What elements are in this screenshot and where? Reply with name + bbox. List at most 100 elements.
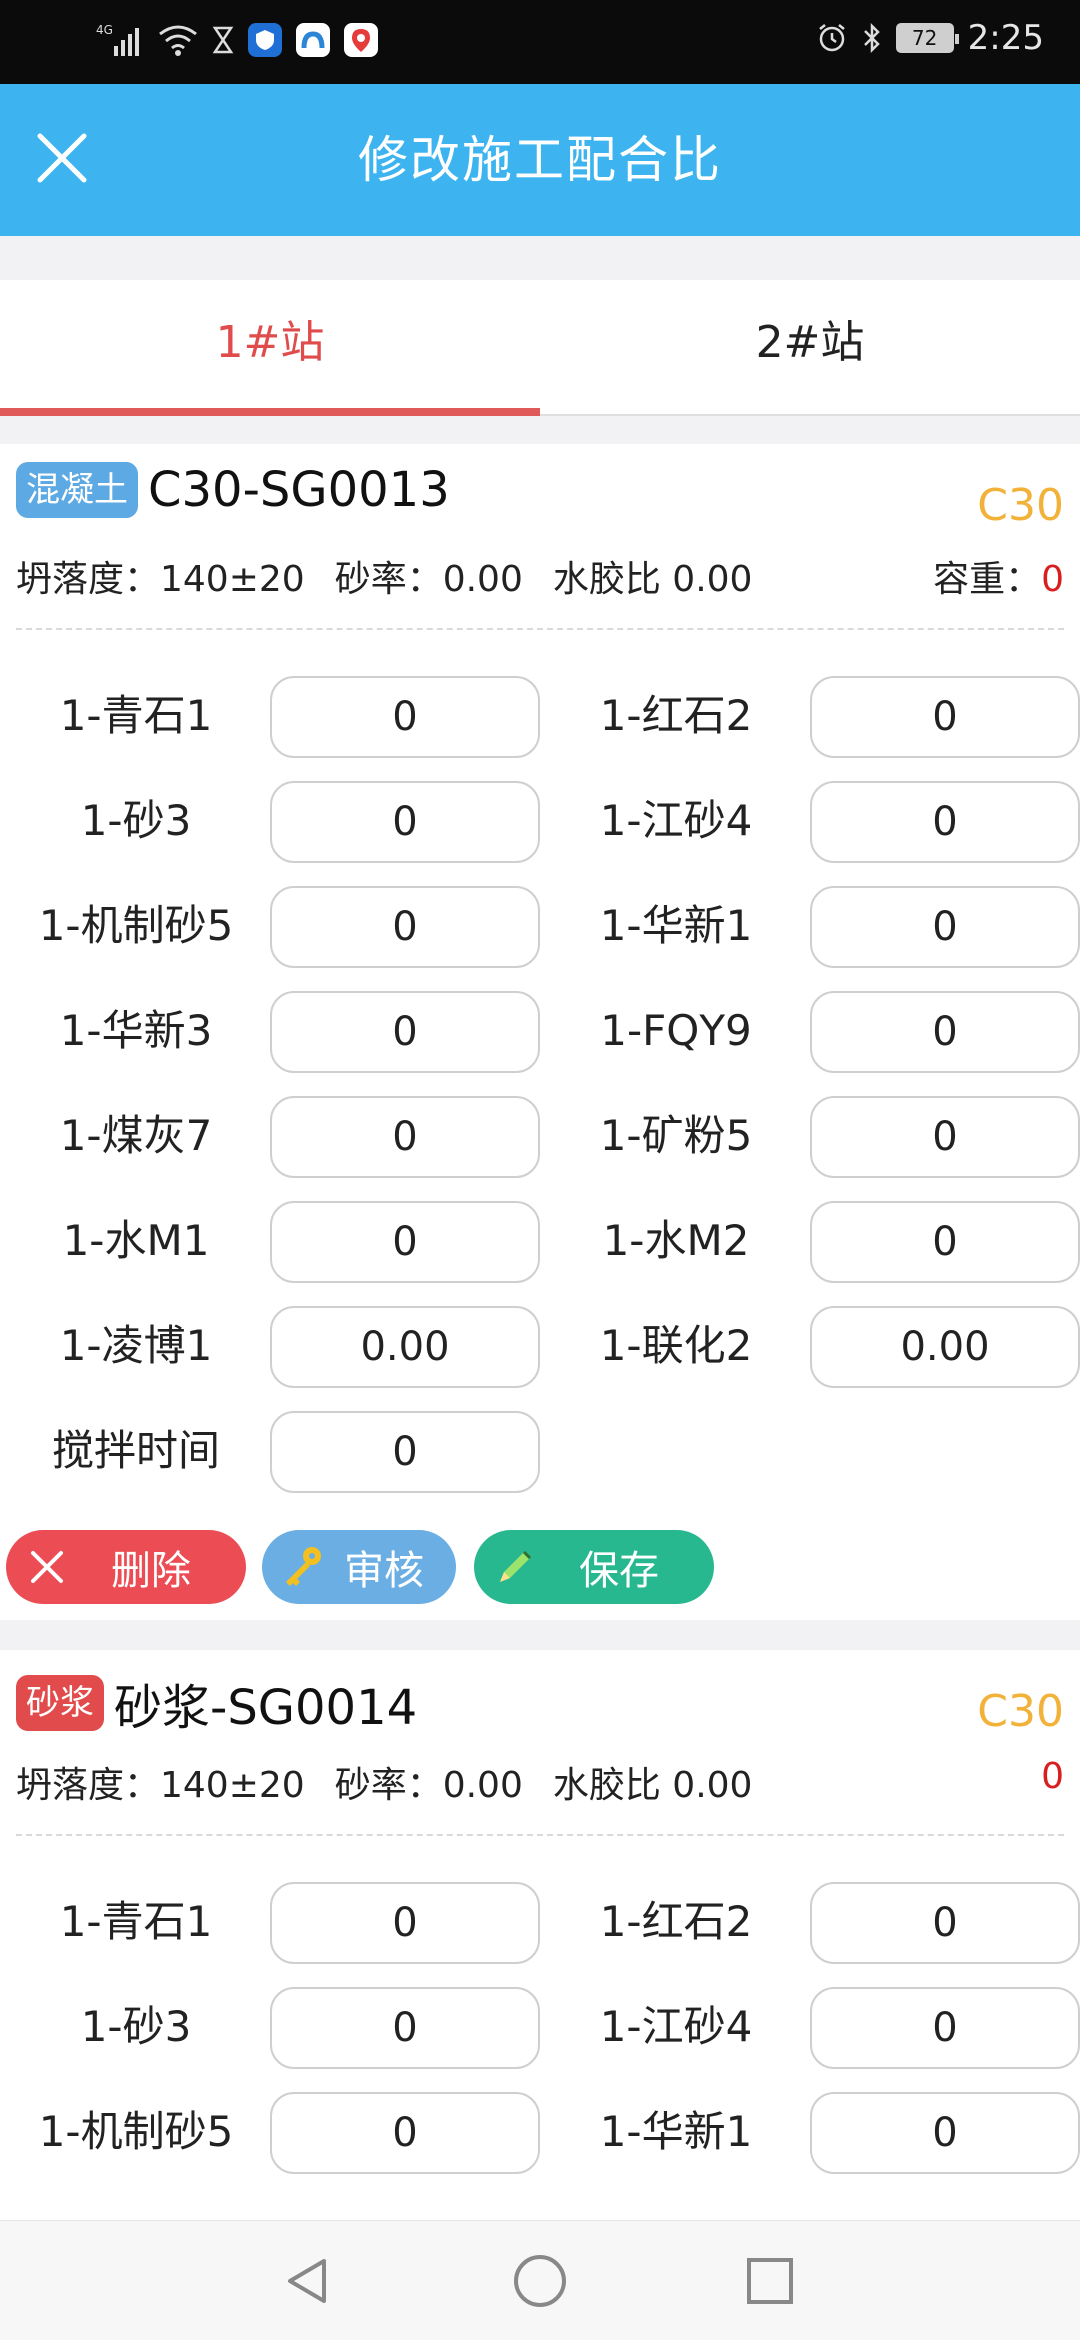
field-input[interactable]: 0 <box>270 1882 540 1964</box>
network-type: 4G <box>96 23 113 37</box>
field-label: 1-砂3 <box>80 2002 192 2051</box>
grade-label: C30 <box>977 480 1064 531</box>
field-label: 1-华新1 <box>599 901 753 950</box>
mix-card: 砂浆 砂浆-SG0014 C30 坍落度：140±20 砂率：0.00 水胶比 … <box>0 1650 1080 2220</box>
battery-indicator: 72 <box>895 23 959 53</box>
save-label: 保存 <box>579 1548 659 1594</box>
field-label: 搅拌时间 <box>51 1426 220 1475</box>
field-input[interactable]: 0.00 <box>270 1306 540 1388</box>
field-label: 1-机制砂5 <box>38 2107 234 2156</box>
field-label: 1-机制砂5 <box>38 901 234 950</box>
status-bar: 4G 72 2:25 <box>0 0 1080 84</box>
field-input[interactable]: 0 <box>270 676 540 758</box>
field-input[interactable]: 0 <box>810 2092 1080 2174</box>
sand-ratio-value: 砂率：0.00 <box>334 559 523 600</box>
clock: 2:25 <box>967 18 1044 58</box>
app-header: 修改施工配合比 <box>0 84 1080 236</box>
close-icon <box>37 133 87 183</box>
field-label: 1-青石1 <box>59 691 213 740</box>
key-icon <box>280 1544 326 1590</box>
field-label: 1-青石1 <box>59 1897 213 1946</box>
field-label: 1-砂3 <box>80 796 192 845</box>
back-button[interactable] <box>272 2245 344 2317</box>
recents-square-icon <box>747 2258 793 2304</box>
density-label: 容重： <box>933 559 1042 600</box>
field-input[interactable]: 0 <box>270 886 540 968</box>
field-input[interactable]: 0 <box>810 886 1080 968</box>
home-circle-icon <box>514 2255 566 2307</box>
recents-button[interactable] <box>734 2245 806 2317</box>
density-value: 0 <box>1041 559 1064 600</box>
wb-ratio-value: 水胶比 0.00 <box>552 559 753 600</box>
field-label: 1-华新3 <box>59 1006 213 1055</box>
cloud-app-icon <box>296 23 330 57</box>
bluetooth-icon <box>862 22 882 54</box>
pencil-icon <box>492 1544 538 1590</box>
field-label: 1-红石2 <box>599 1897 753 1946</box>
tab-station-2[interactable]: 2#站 <box>540 280 1080 416</box>
grade-label: C30 <box>977 1686 1064 1737</box>
system-nav-bar <box>0 2220 1080 2340</box>
field-input[interactable]: 0 <box>810 1096 1080 1178</box>
signal-icon: 4G <box>96 22 144 58</box>
wb-ratio-value: 水胶比 0.00 <box>552 1765 753 1806</box>
map-app-icon <box>344 23 378 57</box>
station-tabs: 1#站 2#站 <box>0 280 1080 416</box>
review-label: 审核 <box>344 1548 424 1594</box>
field-label: 1-水M1 <box>62 1216 210 1265</box>
mix-title: C30-SG0013 <box>148 462 450 518</box>
field-input[interactable]: 0 <box>810 781 1080 863</box>
field-label: 1-红石2 <box>599 691 753 740</box>
field-label: 1-煤灰7 <box>59 1111 213 1160</box>
field-label: 1-联化2 <box>599 1321 753 1370</box>
field-label: 1-FQY9 <box>600 1006 752 1055</box>
field-input[interactable]: 0 <box>270 1987 540 2069</box>
home-button[interactable] <box>504 2245 576 2317</box>
page-title: 修改施工配合比 <box>358 131 722 189</box>
delete-label: 删除 <box>111 1548 191 1594</box>
review-button[interactable]: 审核 <box>262 1530 456 1604</box>
divider <box>16 628 1064 630</box>
field-label: 1-矿粉5 <box>599 1111 753 1160</box>
density-value: 0 <box>1041 1756 1064 1797</box>
field-label: 1-江砂4 <box>599 2002 753 2051</box>
type-badge: 混凝土 <box>16 462 138 518</box>
density-info: 容重：0 <box>933 550 1064 602</box>
mix-info-row: 坍落度：140±20 砂率：0.00 水胶比 0.00 0 <box>16 1756 1064 1808</box>
field-input[interactable]: 0 <box>810 1201 1080 1283</box>
field-label: 1-水M2 <box>602 1216 750 1265</box>
tab-station-1[interactable]: 1#站 <box>0 280 540 416</box>
field-input[interactable]: 0 <box>270 1201 540 1283</box>
field-input[interactable]: 0 <box>270 1411 540 1493</box>
field-label: 1-华新1 <box>599 2107 753 2156</box>
tab-indicator <box>0 408 540 416</box>
alarm-icon <box>816 22 848 54</box>
slump-value: 坍落度：140±20 <box>16 1765 305 1806</box>
mix-info-row: 坍落度：140±20 砂率：0.00 水胶比 0.00 容重：0 <box>16 550 1064 602</box>
field-input[interactable]: 0 <box>810 1987 1080 2069</box>
field-input[interactable]: 0 <box>810 991 1080 1073</box>
delete-button[interactable]: 删除 <box>6 1530 246 1604</box>
field-label: 1-江砂4 <box>599 796 753 845</box>
mix-card: 混凝土 C30-SG0013 C30 坍落度：140±20 砂率：0.00 水胶… <box>0 444 1080 1620</box>
save-button[interactable]: 保存 <box>474 1530 714 1604</box>
mix-title: 砂浆-SG0014 <box>114 1680 418 1736</box>
field-input[interactable]: 0 <box>270 991 540 1073</box>
field-input[interactable]: 0 <box>810 1882 1080 1964</box>
field-label: 1-凌博1 <box>59 1321 213 1370</box>
field-input[interactable]: 0 <box>270 781 540 863</box>
divider <box>16 1834 1064 1836</box>
field-input[interactable]: 0 <box>270 2092 540 2174</box>
close-icon <box>24 1544 70 1590</box>
field-input[interactable]: 0 <box>810 676 1080 758</box>
hourglass-icon <box>212 25 234 55</box>
slump-value: 坍落度：140±20 <box>16 559 305 600</box>
type-badge: 砂浆 <box>16 1675 104 1731</box>
field-input[interactable]: 0.00 <box>810 1306 1080 1388</box>
field-input[interactable]: 0 <box>270 1096 540 1178</box>
wifi-icon <box>158 24 198 56</box>
shield-app-icon <box>248 23 282 57</box>
back-triangle-icon <box>288 2259 326 2303</box>
close-button[interactable] <box>24 120 100 196</box>
sand-ratio-value: 砂率：0.00 <box>334 1765 523 1806</box>
